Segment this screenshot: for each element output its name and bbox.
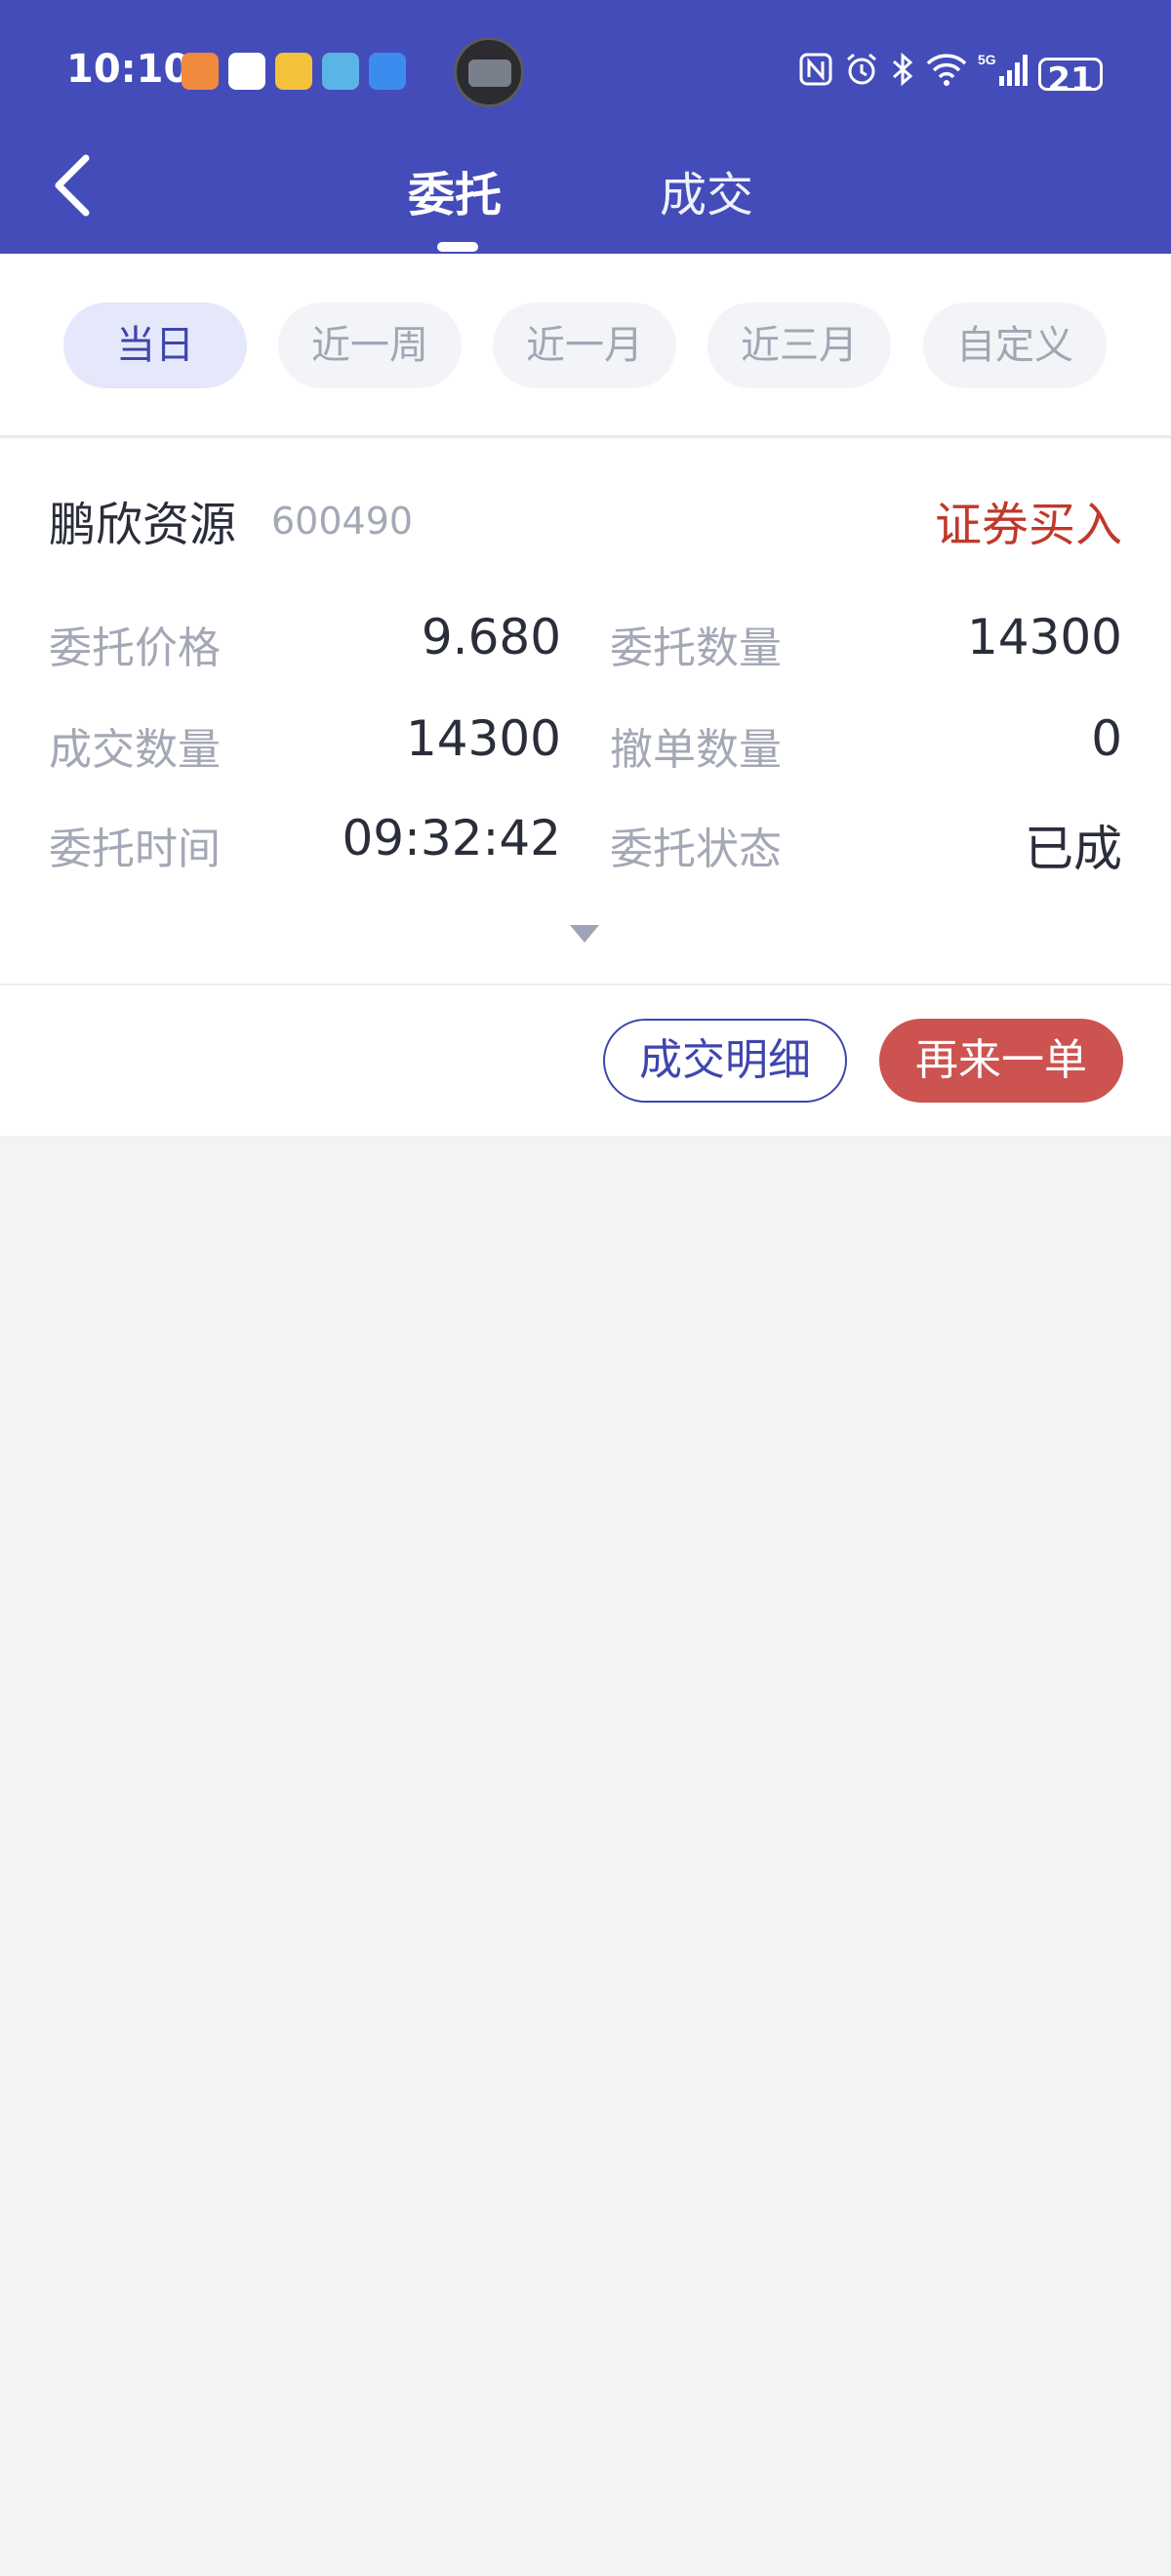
field-label-entrust-qty: 委托数量 — [610, 624, 782, 673]
status-bar: 10:10 5G 21 — [0, 0, 1171, 141]
order-type: 证券买入 — [934, 498, 1122, 552]
card-divider — [0, 984, 1171, 986]
browser-app-icon — [275, 53, 312, 90]
alarm-icon — [843, 51, 880, 97]
date-filter-bar: 当日 近一周 近一月 近三月 自定义 — [0, 254, 1171, 437]
order-again-button[interactable]: 再来一单 — [879, 1019, 1123, 1103]
front-camera — [454, 37, 524, 107]
signal-icon: 5G — [978, 51, 1029, 97]
wifi-icon — [925, 52, 968, 96]
field-value-entrust-time: 09:32:42 — [342, 810, 561, 866]
back-button[interactable] — [43, 146, 111, 224]
active-tab-indicator — [437, 242, 478, 252]
field-label-entrust-status: 委托状态 — [610, 825, 782, 874]
tab-deal[interactable]: 成交 — [660, 156, 753, 224]
tab-entrust[interactable]: 委托 — [408, 156, 502, 224]
health-app-icon — [182, 53, 219, 90]
filter-chip-month[interactable]: 近一月 — [493, 302, 676, 388]
nfc-icon — [798, 52, 833, 96]
field-label-entrust-price: 委托价格 — [49, 624, 221, 673]
field-value-deal-qty: 14300 — [405, 710, 561, 767]
battery-indicator: 21 — [1038, 57, 1103, 100]
svg-text:5G: 5G — [978, 52, 996, 67]
stock-code: 600490 — [271, 500, 414, 543]
filter-chip-custom[interactable]: 自定义 — [923, 302, 1107, 388]
filter-chip-today[interactable]: 当日 — [63, 302, 247, 388]
field-value-cancel-qty: 0 — [1091, 710, 1122, 767]
filter-chip-three-months[interactable]: 近三月 — [707, 302, 891, 388]
expand-arrow-icon[interactable] — [570, 925, 599, 943]
order-card: 鹏欣资源 600490 证券买入 委托价格 9.680 委托数量 14300 成… — [0, 439, 1171, 1136]
app-header: 10:10 5G 21 委托 成交 — [0, 0, 1171, 254]
notification-icons — [182, 53, 406, 90]
deal-detail-button[interactable]: 成交明细 — [603, 1019, 847, 1103]
book-app-icon — [322, 53, 359, 90]
field-label-deal-qty: 成交数量 — [49, 725, 221, 775]
field-value-entrust-status: 已成 — [1025, 821, 1122, 877]
stock-name: 鹏欣资源 — [49, 498, 237, 552]
chevron-left-icon — [55, 154, 90, 217]
upload-app-icon — [228, 53, 265, 90]
field-value-entrust-qty: 14300 — [966, 609, 1122, 665]
field-label-cancel-qty: 撤单数量 — [610, 725, 782, 775]
status-time: 10:10 — [66, 47, 191, 92]
store-app-icon — [369, 53, 406, 90]
field-label-entrust-time: 委托时间 — [49, 825, 221, 874]
system-icons: 5G 21 — [798, 51, 1103, 100]
field-value-entrust-price: 9.680 — [421, 609, 561, 665]
filter-chip-week[interactable]: 近一周 — [278, 302, 462, 388]
bluetooth-icon — [890, 51, 915, 97]
